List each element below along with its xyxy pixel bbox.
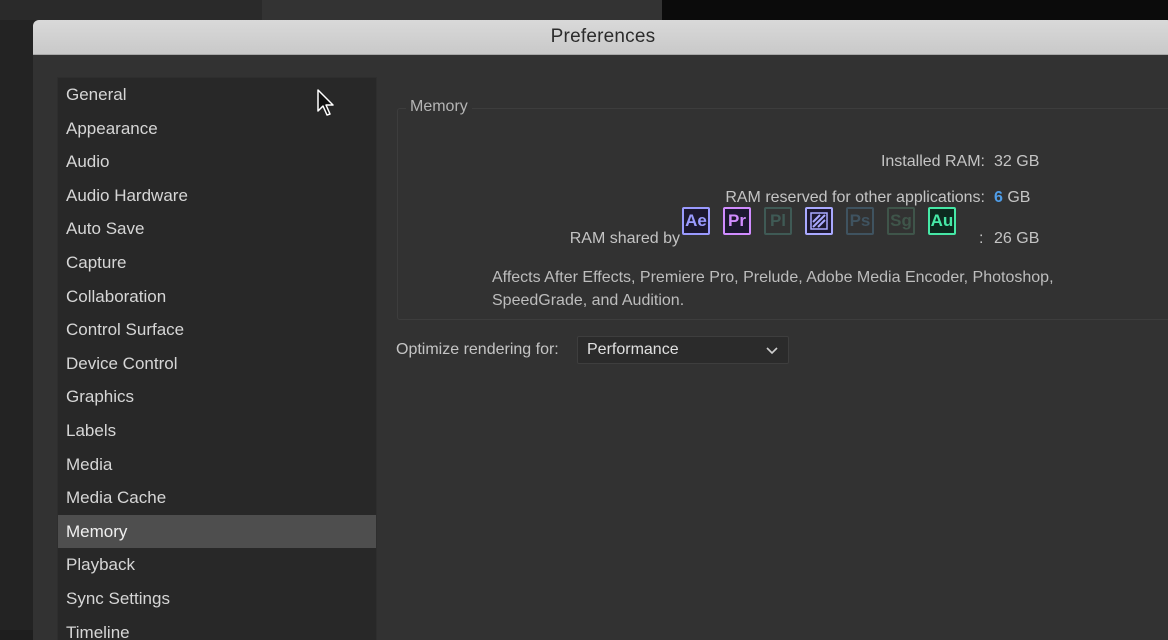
sidebar-item-auto-save[interactable]: Auto Save	[58, 212, 376, 246]
sidebar-item-audio-hardware[interactable]: Audio Hardware	[58, 179, 376, 213]
preferences-category-list[interactable]: GeneralAppearanceAudioAudio HardwareAuto…	[57, 77, 377, 640]
sidebar-item-control-surface[interactable]: Control Surface	[58, 313, 376, 347]
chevron-down-icon	[766, 344, 778, 356]
background-panel-middle	[262, 0, 662, 20]
ram-reserved-number[interactable]: 6	[994, 189, 1003, 206]
sidebar-item-timeline[interactable]: Timeline	[58, 616, 376, 640]
sidebar-item-media[interactable]: Media	[58, 448, 376, 482]
installed-ram-label: Installed RAM:	[881, 153, 985, 171]
speedgrade-icon: Sg	[887, 207, 915, 235]
prelude-icon: Pl	[764, 207, 792, 235]
ram-shared-value: 26 GB	[994, 230, 1039, 248]
media-encoder-icon	[805, 207, 833, 235]
sidebar-item-media-cache[interactable]: Media Cache	[58, 481, 376, 515]
dialog-titlebar[interactable]: Preferences	[33, 20, 1168, 55]
mouse-cursor-icon	[317, 89, 337, 117]
memory-description: Affects After Effects, Premiere Pro, Pre…	[492, 266, 1132, 312]
background-panel-right	[662, 0, 1168, 20]
installed-ram-value: 32 GB	[994, 153, 1039, 171]
sidebar-item-audio[interactable]: Audio	[58, 145, 376, 179]
after-effects-icon: Ae	[682, 207, 710, 235]
ram-shared-separator: :	[979, 230, 983, 248]
optimize-rendering-label: Optimize rendering for:	[396, 341, 559, 359]
ram-reserved-value[interactable]: 6 GB	[994, 189, 1030, 207]
sidebar-item-collaboration[interactable]: Collaboration	[58, 280, 376, 314]
sidebar-item-playback[interactable]: Playback	[58, 548, 376, 582]
ram-shared-label: RAM shared by	[570, 230, 680, 248]
dialog-title: Preferences	[551, 26, 656, 48]
ram-shared-app-icons: Ae Pr Pl Ps Sg Au	[682, 207, 956, 235]
memory-group: Memory Installed RAM: 32 GB RAM reserved…	[397, 108, 1168, 320]
audition-icon: Au	[928, 207, 956, 235]
sidebar-item-labels[interactable]: Labels	[58, 414, 376, 448]
sidebar-item-capture[interactable]: Capture	[58, 246, 376, 280]
memory-group-title: Memory	[406, 98, 472, 116]
sidebar-item-device-control[interactable]: Device Control	[58, 347, 376, 381]
premiere-pro-icon: Pr	[723, 207, 751, 235]
ram-reserved-unit: GB	[1007, 189, 1030, 206]
photoshop-icon: Ps	[846, 207, 874, 235]
optimize-rendering-value: Performance	[587, 341, 679, 359]
sidebar-item-graphics[interactable]: Graphics	[58, 380, 376, 414]
sidebar-item-memory[interactable]: Memory	[58, 515, 376, 549]
ram-reserved-label: RAM reserved for other applications:	[725, 189, 985, 207]
optimize-rendering-dropdown[interactable]: Performance	[577, 336, 789, 364]
preferences-dialog: Preferences GeneralAppearanceAudioAudio …	[33, 20, 1168, 640]
sidebar-item-sync-settings[interactable]: Sync Settings	[58, 582, 376, 616]
background-panel-left	[0, 0, 262, 20]
